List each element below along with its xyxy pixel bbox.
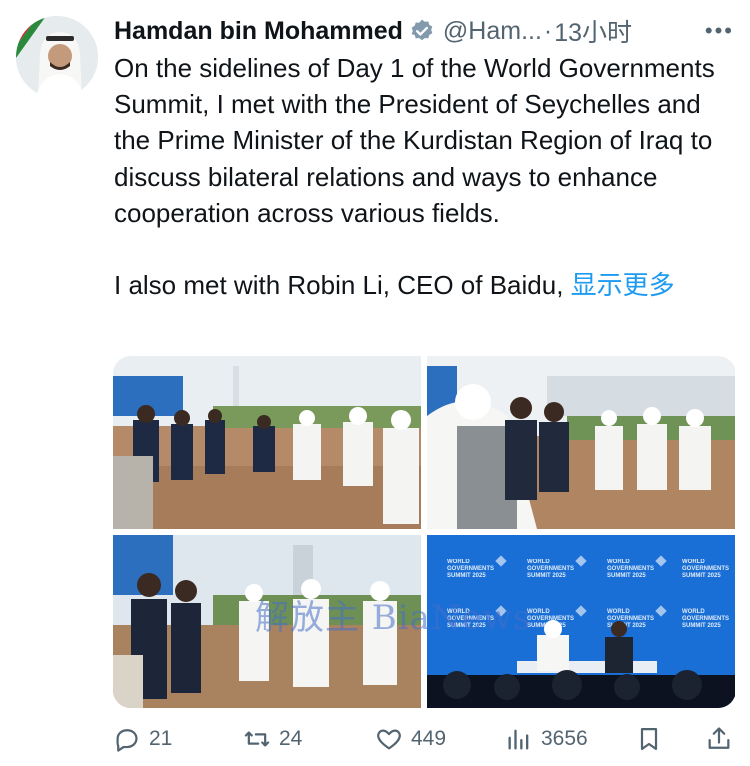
bookmark-button[interactable] [635,722,671,756]
svg-text:WORLD: WORLD [607,609,630,615]
share-button[interactable] [705,722,741,756]
reply-button[interactable]: 21 [113,722,172,756]
media-grid: WORLD GOVERNMENTS SUMMIT 2025 WORLD GOVERNM… [113,356,736,708]
tweet-paragraph-2: I also met with Robin Li, CEO of Baidu, … [114,267,734,303]
svg-text:SUMMIT 2025: SUMMIT 2025 [447,623,486,629]
view-count: 3656 [541,727,588,750]
tweet-timestamp[interactable]: 13小时 [554,13,632,49]
svg-text:GOVERNMENTS: GOVERNMENTS [447,566,494,572]
svg-text:WORLD: WORLD [682,559,705,565]
like-button[interactable]: 449 [375,722,446,756]
heart-icon [377,729,401,750]
svg-text:WORLD: WORLD [527,559,550,565]
svg-text:GOVERNMENTS: GOVERNMENTS [447,616,494,622]
svg-text:SUMMIT 2025: SUMMIT 2025 [682,623,721,629]
photo-summit-stage[interactable]: WORLD GOVERNMENTS SUMMIT 2025 WORLD GOVERNM… [427,535,735,708]
verified-badge-icon [409,18,435,44]
photo-meeting-1[interactable] [113,356,421,529]
photo-meeting-2[interactable] [427,356,735,529]
avatar[interactable] [16,16,98,98]
tweet-paragraph: On the sidelines of Day 1 of the World G… [114,53,715,228]
svg-text:WORLD: WORLD [607,559,630,565]
repost-button[interactable]: 24 [243,722,302,756]
repost-icon [244,731,270,747]
bookmark-icon [640,727,658,751]
svg-text:GOVERNMENTS: GOVERNMENTS [527,566,574,572]
svg-text:GOVERNMENTS: GOVERNMENTS [607,616,654,622]
separator-dot: · [543,16,553,45]
author-name[interactable]: Hamdan bin Mohammed [114,17,403,46]
share-icon [708,727,730,749]
tweet-header: Hamdan bin Mohammed @Ham... · 13小时 ••• [114,14,734,48]
tweet-paragraph-2-text: I also met with Robin Li, CEO of Baidu, [114,270,564,301]
svg-text:WORLD: WORLD [447,609,470,615]
reply-count: 21 [149,727,173,750]
svg-text:WORLD: WORLD [527,609,550,615]
author-handle[interactable]: @Ham... [443,17,542,46]
svg-text:SUMMIT 2025: SUMMIT 2025 [607,573,646,579]
repost-count: 24 [279,727,303,750]
more-options-icon[interactable]: ••• [705,18,734,44]
svg-text:WORLD: WORLD [447,559,470,565]
action-bar: 21 24 449 3656 [113,722,736,756]
svg-text:GOVERNMENTS: GOVERNMENTS [682,566,729,572]
svg-text:GOVERNMENTS: GOVERNMENTS [607,566,654,572]
views-icon [508,729,529,750]
avatar-image [16,16,98,98]
like-count: 449 [411,727,447,750]
photo-meeting-3[interactable] [113,535,421,708]
tweet-text: On the sidelines of Day 1 of the World G… [114,50,734,303]
reply-icon [116,729,138,752]
svg-text:SUMMIT 2025: SUMMIT 2025 [682,573,721,579]
svg-text:SUMMIT 2025: SUMMIT 2025 [447,573,486,579]
svg-text:WORLD: WORLD [682,609,705,615]
svg-text:SUMMIT 2025: SUMMIT 2025 [527,573,566,579]
show-more-link[interactable]: 显示更多 [571,270,675,300]
svg-text:GOVERNMENTS: GOVERNMENTS [682,616,729,622]
views-button[interactable]: 3656 [505,722,588,756]
